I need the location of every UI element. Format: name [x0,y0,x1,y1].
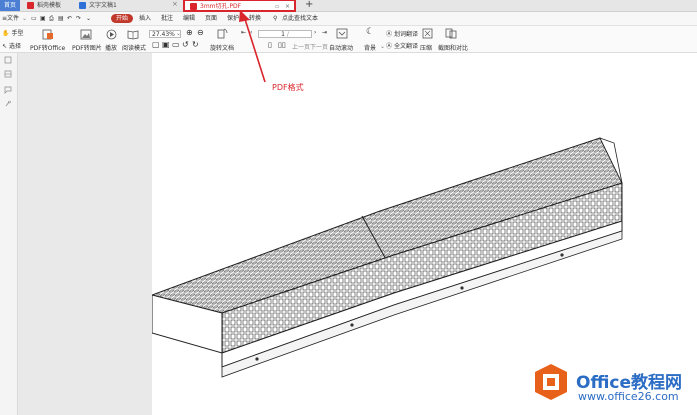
search-box[interactable]: 点此查找文本 [282,12,318,25]
page-number-input[interactable]: 1 / [258,30,312,38]
menu-comment[interactable]: 批注 [161,12,173,25]
translate-all-icon: Ⓐ [386,43,393,50]
menu-protect[interactable]: 保护 [227,12,239,25]
tab-document[interactable]: 文字文稿1 [79,0,117,11]
docer-icon [27,1,34,9]
screenshot-compare-icon[interactable] [445,28,457,39]
open-icon[interactable]: ▭ [31,12,37,25]
ribbon-toolbar: ✋ 手型 ↖ 选择 PDF转Office PDF转图片 播放 阅读模式 27.43%… [0,26,697,53]
auto-scroll-icon[interactable] [336,28,348,39]
tab-home-label: 首页 [3,2,16,9]
rotate-document-icon[interactable] [216,28,228,39]
tab-docer-label: 稻壳模板 [37,2,62,9]
undo-icon[interactable]: ↶ [67,12,72,25]
pdf-to-office-icon[interactable] [42,29,54,40]
pdf-to-image-icon[interactable] [80,29,92,40]
menu-bar: ≡ 文件 ⌄ ▭ ▣ ⎙ ▤ ↶ ↷ ⌄ 开始 插入 批注 编辑 页面 保护 转… [0,12,697,26]
search-icon[interactable]: ⚲ [273,12,277,25]
prev-page-button[interactable]: 上一页 [292,42,310,51]
play-button[interactable]: 播放 [105,43,117,52]
menu-start[interactable]: 开始 [111,14,134,23]
left-arrow-icon[interactable]: ‹ [250,29,252,36]
menu-file[interactable]: 文件 [7,12,19,25]
tab-docer[interactable]: 稻壳模板 [27,0,61,11]
background-button[interactable]: 背景 [364,43,376,52]
rotate-right-icon[interactable]: ↻ [192,40,199,49]
read-mode-button[interactable]: 阅读模式 [122,43,146,52]
pdf-icon [190,2,197,10]
double-page-icon[interactable]: ▯▯ [278,41,286,49]
monitor-icon: ▫ [275,3,280,10]
screenshot-compare-button[interactable]: 截图和对比 [438,43,468,52]
chevron-down-icon[interactable]: ⌄ [22,12,27,25]
menu-page[interactable]: 页面 [205,12,217,25]
right-arrow-icon[interactable]: › [314,29,316,36]
fit-page-icon[interactable]: ▣ [162,40,170,49]
actual-size-icon[interactable]: ▢ [152,40,160,49]
left-sidebar [0,53,18,415]
writer-icon [79,1,86,9]
export-icon[interactable]: ▤ [58,12,64,25]
compress-icon[interactable] [422,28,433,39]
translate-word-icon: Ⓐ [386,31,393,38]
hand-tool[interactable]: ✋ 手型 [2,28,24,37]
menu-insert[interactable]: 插入 [139,12,151,25]
watermark-url: www.office26.com [578,390,679,403]
bookmark-icon[interactable] [4,56,12,64]
zoom-in-icon[interactable]: ⊕ [186,28,193,37]
single-page-icon[interactable]: ▯ [268,41,272,49]
redo-icon[interactable]: ↷ [76,12,81,25]
attachment-icon[interactable] [4,100,12,108]
select-tool-label: 选择 [9,43,22,50]
print-icon[interactable]: ⎙ [49,12,54,25]
tab-pdf[interactable]: 3mm切孔.PDF ▫ × [183,0,296,12]
translate-all-button[interactable]: Ⓐ 全文翻译 [386,41,418,50]
zoom-out-icon[interactable]: ⊖ [197,28,204,37]
compress-button[interactable]: 压缩 [420,43,432,52]
prev-arrow-icon[interactable]: ⇤ [241,29,246,36]
customize-icon[interactable]: ⌄ [86,12,91,25]
pdf-to-office-button[interactable]: PDF转Office [30,43,65,52]
fit-width-icon[interactable]: ▭ [172,40,180,49]
rotate-document-button[interactable]: 旋转文档 [210,43,234,52]
tab-bar: 首页 稻壳模板 文字文稿1 × 3mm切孔.PDF ▫ × + [0,0,697,12]
save-icon[interactable]: ▣ [40,12,46,25]
moon-icon[interactable]: ☾ [366,27,374,37]
read-mode-icon[interactable] [127,29,139,40]
pdf-to-image-button[interactable]: PDF转图片 [72,43,102,52]
pdf-page [152,53,697,415]
play-icon[interactable] [106,29,117,40]
select-tool[interactable]: ↖ 选择 [2,41,21,50]
tab-document-label: 文字文稿1 [89,2,117,9]
office-logo-icon [535,364,567,400]
tab-home[interactable]: 首页 [0,0,20,11]
next-arrow-icon[interactable]: ⇥ [322,29,327,36]
rotate-left-icon[interactable]: ↺ [182,40,189,49]
translate-all-label: 全文翻译 [394,43,419,50]
tab-pdf-label: 3mm切孔.PDF [200,3,242,10]
chevron-down-icon[interactable]: ⌄ [380,43,385,50]
close-icon[interactable]: × [172,0,178,8]
auto-scroll-button[interactable]: 自动滚动 [329,43,353,52]
annotation-label: PDF格式 [272,83,304,92]
thumbnail-icon[interactable] [4,70,12,78]
hand-tool-label: 手型 [11,30,24,37]
technical-drawing [152,137,623,378]
chevron-down-icon[interactable]: ⌄ [176,30,181,37]
menu-edit[interactable]: 编辑 [183,12,195,25]
next-page-button[interactable]: 下一页 [310,42,328,51]
comment-icon[interactable] [4,86,12,94]
menu-convert[interactable]: 转换 [249,12,261,25]
translate-word-button[interactable]: Ⓐ 划词翻译 [386,29,418,38]
new-tab-icon[interactable]: + [305,0,313,10]
close-icon[interactable]: × [285,1,290,12]
translate-word-label: 划词翻译 [394,31,419,38]
